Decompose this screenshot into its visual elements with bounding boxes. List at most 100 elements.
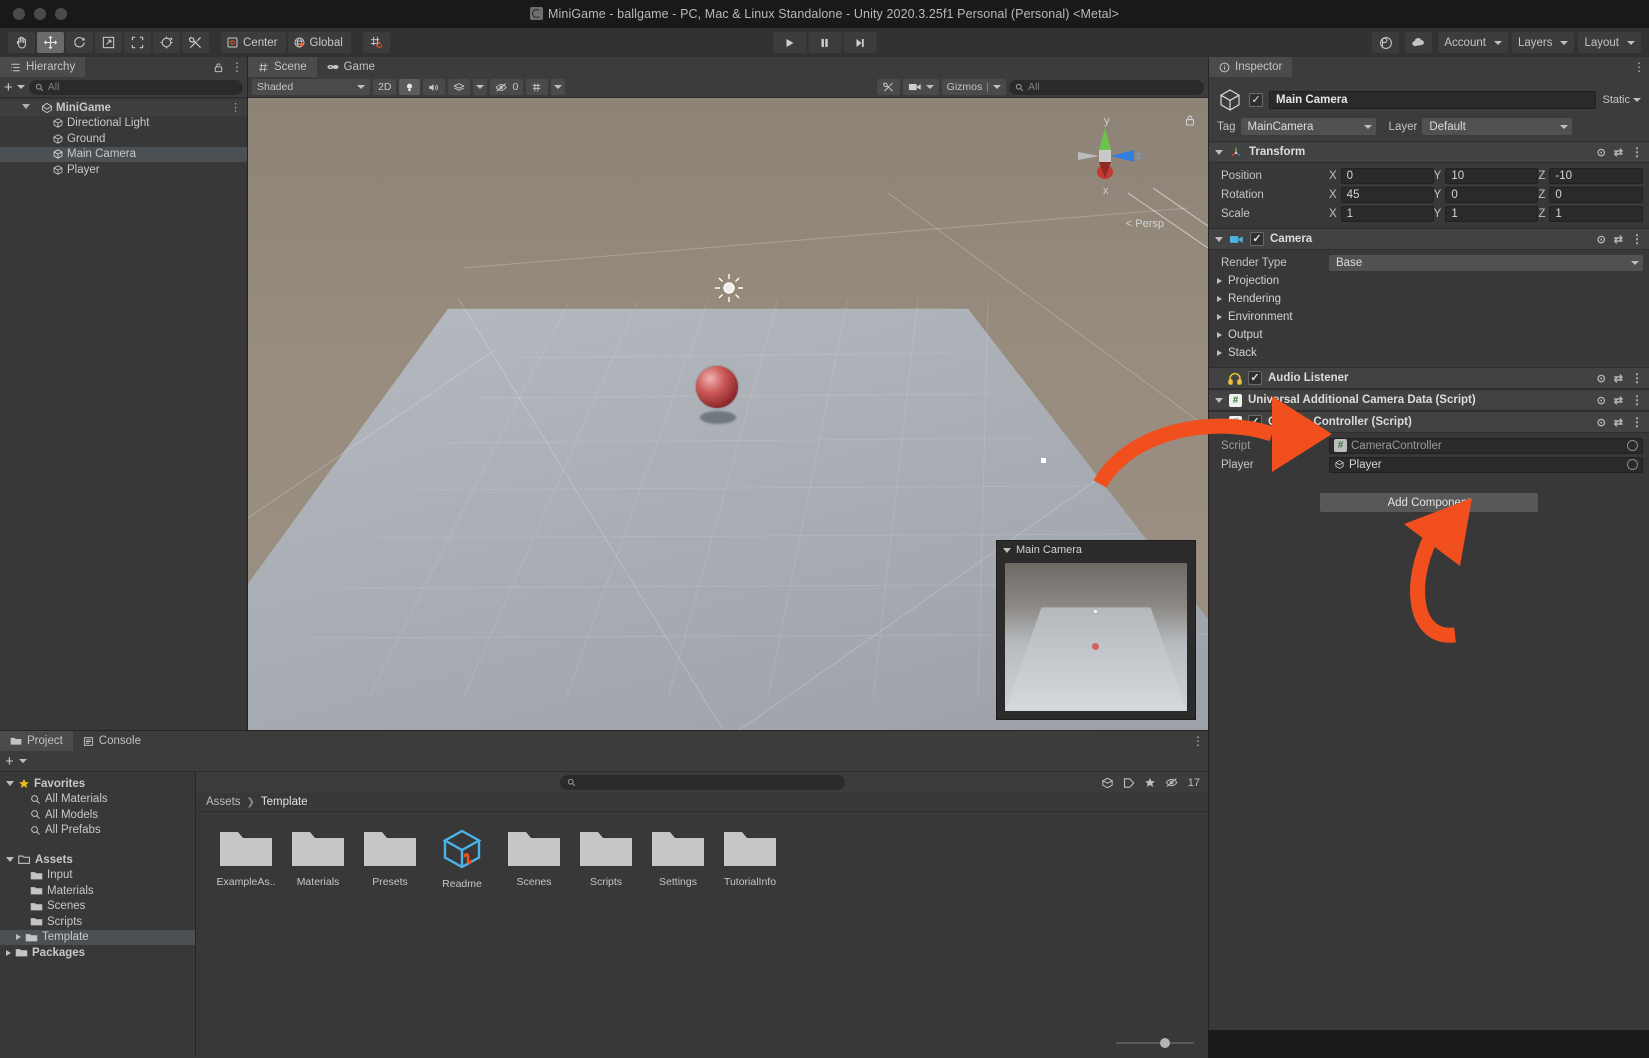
selection-handle[interactable] [1041,458,1046,463]
chevron-right-icon[interactable] [1217,296,1222,302]
tree-item-template[interactable]: Template [0,929,195,945]
scale-tool-button[interactable] [95,32,122,53]
lock-icon[interactable] [213,62,224,73]
chevron-right-icon[interactable] [1217,332,1222,338]
hierarchy-item-main-camera[interactable]: Main Camera [0,146,247,162]
project-search-input[interactable] [559,775,845,790]
asset-item-readme[interactable]: Readme [426,826,498,890]
tree-item-packages[interactable]: Packages [0,945,195,961]
static-checkbox-group[interactable]: Static [1602,94,1643,106]
layers-dropdown[interactable]: Layers [1511,32,1575,53]
chevron-down-icon[interactable] [22,103,30,112]
object-picker-icon[interactable] [1627,459,1638,470]
chevron-right-icon[interactable] [1217,350,1222,356]
asset-item-materials[interactable]: Materials [282,826,354,890]
play-button[interactable] [773,32,806,53]
asset-item-presets[interactable]: Presets [354,826,426,890]
help-icon[interactable]: ⊙ [1597,146,1606,159]
hand-tool-button[interactable] [8,32,35,53]
camera-foldout-stack[interactable]: Stack [1209,344,1649,362]
account-dropdown[interactable]: Account [1438,32,1508,53]
hierarchy-item-ground[interactable]: Ground [0,131,247,147]
label-filter-icon[interactable] [1123,777,1135,789]
tree-item-all-prefabs[interactable]: All Prefabs [0,823,195,839]
chevron-down-icon[interactable] [1633,98,1641,102]
tree-item-favorites[interactable]: Favorites [0,776,195,792]
chevron-down-icon[interactable] [16,85,25,89]
asset-item-settings[interactable]: Settings [642,826,714,890]
position-y-input[interactable]: 10 [1445,167,1539,184]
2d-toggle-button[interactable]: 2D [373,79,397,95]
rotation-y-input[interactable]: 0 [1445,186,1539,203]
component-header-transform[interactable]: Transform ⊙ ⇄ ⋮ [1209,141,1649,163]
chevron-right-icon[interactable] [16,934,21,941]
camera-preview-header[interactable]: Main Camera [997,541,1195,559]
camera-foldout-environment[interactable]: Environment [1209,308,1649,326]
preset-icon[interactable]: ⇄ [1614,233,1623,246]
scale-z-input[interactable]: 1 [1549,205,1644,222]
chevron-down-icon[interactable] [6,781,14,787]
add-component-button[interactable]: Add Component [1320,493,1538,512]
tab-scene[interactable]: Scene [248,57,317,77]
pivot-rotation-button[interactable]: Global [287,32,351,53]
step-button[interactable] [843,32,876,53]
tag-dropdown[interactable]: MainCamera [1240,118,1376,135]
scene-visibility-button[interactable]: 0 [490,79,524,95]
rotation-x-input[interactable]: 45 [1340,186,1434,203]
asset-item-tutorialinfo[interactable]: TutorialInfo [714,826,786,890]
scale-y-input[interactable]: 1 [1445,205,1539,222]
asset-item-exampleassets[interactable]: ExampleAs.. [210,826,282,890]
preset-icon[interactable]: ⇄ [1614,372,1623,385]
object-enabled-checkbox[interactable]: ✓ [1249,93,1263,107]
package-filter-icon[interactable] [1101,777,1114,789]
grid-snap-button[interactable] [362,32,390,53]
chevron-down-icon[interactable] [1215,236,1223,242]
chevron-down-icon[interactable] [1215,149,1223,155]
component-header-universal-camera-data[interactable]: # Universal Additional Camera Data (Scri… [1209,389,1649,411]
chevron-down-icon[interactable] [1215,419,1223,425]
object-name-input[interactable]: Main Camera [1269,91,1597,109]
camera-foldout-rendering[interactable]: Rendering [1209,290,1649,308]
position-z-input[interactable]: -10 [1549,167,1644,184]
scene-tools-button[interactable] [876,79,900,95]
asset-item-scripts[interactable]: Scripts [570,826,642,890]
camera-foldout-output[interactable]: Output [1209,326,1649,344]
directional-light-gizmo[interactable] [714,273,744,303]
scene-grid-dropdown[interactable] [551,79,566,95]
help-icon[interactable]: ⊙ [1597,233,1606,246]
render-type-dropdown[interactable]: Base [1329,254,1643,271]
scene-lighting-button[interactable] [399,79,421,95]
rotate-tool-button[interactable] [66,32,93,53]
help-icon[interactable]: ⊙ [1597,394,1606,407]
chevron-down-icon[interactable] [1003,547,1011,553]
custom-tool-button[interactable] [182,32,209,53]
scene-search-input[interactable]: All [1009,79,1204,95]
chevron-down-icon[interactable] [6,857,14,863]
tree-item-all-models[interactable]: All Models [0,807,195,823]
cloud-icon[interactable] [1405,32,1433,53]
hidden-eye-icon[interactable] [1165,777,1179,788]
rotation-z-input[interactable]: 0 [1549,186,1644,203]
scene-axis-gizmo[interactable]: y z x [1060,114,1150,204]
scene-audio-button[interactable] [423,79,446,95]
breadcrumb-assets[interactable]: Assets [206,796,241,808]
collab-icon[interactable] [1372,32,1400,53]
chevron-down-icon[interactable] [18,759,27,763]
tab-inspector[interactable]: Inspector [1209,57,1293,77]
scene-grid-button[interactable] [526,79,549,95]
component-header-camera-controller[interactable]: # ✓ Camera Controller (Script) ⊙ ⇄ ⋮ [1209,411,1649,433]
preset-icon[interactable]: ⇄ [1614,146,1623,159]
hierarchy-search-input[interactable]: All [28,79,243,95]
kebab-icon[interactable]: ⋮ [1631,371,1643,385]
kebab-icon[interactable]: ⋮ [1631,145,1643,159]
layout-dropdown[interactable]: Layout [1578,32,1641,53]
object-picker-icon[interactable] [1627,440,1638,451]
player-ball[interactable] [696,366,738,408]
tree-item-scripts[interactable]: Scripts [0,914,195,930]
favorite-filter-icon[interactable] [1144,777,1156,789]
kebab-icon[interactable]: ⋮ [231,61,243,73]
tab-game[interactable]: Game [316,57,385,77]
kebab-icon[interactable]: ⋮ [1633,61,1645,73]
tree-item-materials[interactable]: Materials [0,883,195,899]
hierarchy-item-player[interactable]: Player [0,162,247,178]
